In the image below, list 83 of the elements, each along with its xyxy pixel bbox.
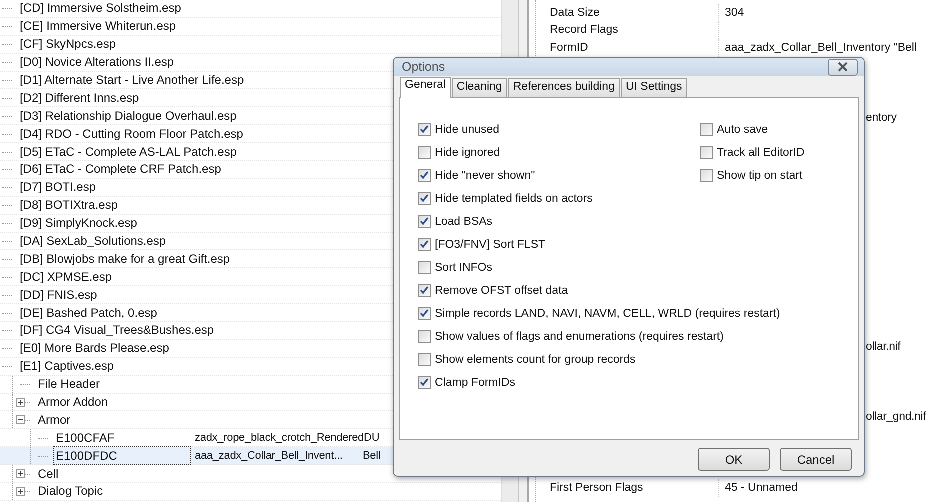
field-value: aaa_zadx_Collar_Bell_Inventory "Bell xyxy=(724,42,918,54)
checkbox-label: Sort INFOs xyxy=(435,262,493,274)
tree-item[interactable]: [D3] Relationship Dialogue Overhaul.esp xyxy=(18,108,239,124)
checkbox-label: Hide templated fields on actors xyxy=(435,192,593,204)
tree-item[interactable]: [D4] RDO - Cutting Room Floor Patch.esp xyxy=(18,126,246,142)
checkbox[interactable] xyxy=(700,123,713,136)
tree-item[interactable]: [DC] XPMSE.esp xyxy=(18,268,114,285)
checkbox-label: Simple records LAND, NAVI, NAVM, CELL, WRLD (requires restart) xyxy=(435,308,780,320)
field-value: 45 - Unnamed xyxy=(724,482,798,494)
tree-item[interactable]: [D7] BOTI.esp xyxy=(18,179,98,196)
table-cell-text: zadx_rope_black_crotch_RenderedDU xyxy=(194,432,380,444)
tree-item[interactable]: [D6] ETaC - Complete CRF Patch.esp xyxy=(18,161,224,178)
tree-item[interactable]: [DE] Bashed Patch, 0.esp xyxy=(18,304,160,321)
table-cell-text: aaa_zadx_Collar_Bell_Invent... xyxy=(194,450,344,462)
checkbox[interactable] xyxy=(700,146,713,159)
collapse-icon[interactable] xyxy=(16,415,25,424)
tab[interactable]: References building xyxy=(508,78,620,97)
checkbox[interactable] xyxy=(418,284,431,297)
checkbox[interactable] xyxy=(418,123,431,136)
tree-item[interactable]: [D0] Novice Alterations II.esp xyxy=(18,54,176,70)
tree-item[interactable]: [CE] Immersive Whiterun.esp xyxy=(18,18,178,34)
tree-item[interactable]: [CF] SkyNpcs.esp xyxy=(18,36,118,52)
tree-item[interactable]: Dialog Topic xyxy=(36,483,106,500)
tree-item[interactable]: [CD] Immersive Solstheim.esp xyxy=(18,0,184,16)
dialog-button[interactable]: OK xyxy=(698,448,770,471)
checkbox-label: Track all EditorID xyxy=(717,146,805,158)
field-value: entory xyxy=(865,112,897,124)
checkbox-label: Show values of flags and enumerations (requires restart) xyxy=(435,330,724,342)
checkbox-label: Load BSAs xyxy=(435,216,493,228)
tree-item[interactable]: [D5] ETaC - Complete AS-LAL Patch.esp xyxy=(18,144,239,160)
tree-item[interactable]: [E0] More Bards Please.esp xyxy=(18,340,172,356)
checkbox[interactable] xyxy=(418,169,431,182)
field-label: Data Size xyxy=(536,4,719,22)
close-icon xyxy=(837,62,849,72)
tree-item[interactable]: [DB] Blowjobs make for a great Gift.esp xyxy=(18,250,232,267)
tree-item[interactable]: [D1] Alternate Start - Live Another Life.esp xyxy=(18,72,246,88)
close-button[interactable] xyxy=(828,58,858,76)
tree-item[interactable]: E100DFDC xyxy=(54,447,190,464)
checkbox-label: Clamp FormIDs xyxy=(435,376,516,388)
tree-item[interactable]: [D2] Different Inns.esp xyxy=(18,90,142,106)
checkbox-label: Remove OFST offset data xyxy=(435,284,568,296)
field-label: First Person Flags xyxy=(536,479,719,497)
dialog-button[interactable]: Cancel xyxy=(780,448,852,471)
checkbox-label: Hide ignored xyxy=(435,146,500,158)
field-value: 304 xyxy=(724,6,744,19)
tree-item[interactable]: File Header xyxy=(36,376,102,392)
checkbox-label: Hide unused xyxy=(435,124,500,136)
checkbox[interactable] xyxy=(418,215,431,228)
table-cell-text: Bell xyxy=(362,450,382,462)
checkbox-label: [FO3/FNV] Sort FLST xyxy=(435,238,546,250)
tree-item[interactable]: Armor xyxy=(36,412,73,428)
checkbox[interactable] xyxy=(418,192,431,205)
expand-icon[interactable] xyxy=(16,398,25,407)
tree-item[interactable]: Cell xyxy=(36,466,61,482)
tree-item[interactable]: [D8] BOTIXtra.esp xyxy=(18,197,120,214)
tree-item[interactable]: [DA] SexLab_Solutions.esp xyxy=(18,233,168,250)
tree-item[interactable]: [E1] Captives.esp xyxy=(18,358,116,374)
tree-item[interactable]: [DF] CG4 Visual_Trees&Bushes.esp xyxy=(18,322,216,338)
field-value: ollar_gnd.nif xyxy=(865,411,926,424)
checkbox-label: Show elements count for group records xyxy=(435,354,636,366)
tree-item[interactable]: Armor Addon xyxy=(36,394,110,410)
checkbox[interactable] xyxy=(418,353,431,366)
checkbox-label: Show tip on start xyxy=(717,170,803,182)
checkbox[interactable] xyxy=(418,261,431,274)
checkbox[interactable] xyxy=(418,330,431,343)
checkbox[interactable] xyxy=(418,238,431,251)
checkbox-label: Auto save xyxy=(717,124,768,136)
field-label: Record Flags xyxy=(536,22,719,40)
tree-item[interactable]: [DD] FNIS.esp xyxy=(18,286,100,303)
checkbox[interactable] xyxy=(418,146,431,159)
checkbox[interactable] xyxy=(418,307,431,320)
checkbox[interactable] xyxy=(700,169,713,182)
checkbox[interactable] xyxy=(418,376,431,389)
field-value: ollar.nif xyxy=(865,341,901,354)
checkbox-label: Hide "never shown" xyxy=(435,170,536,182)
expand-icon[interactable] xyxy=(16,487,25,496)
tab[interactable]: UI Settings xyxy=(620,78,688,97)
tree-item[interactable]: [D9] SimplyKnock.esp xyxy=(18,215,140,232)
window-title: Options xyxy=(402,60,446,74)
tab[interactable]: Cleaning xyxy=(452,78,508,97)
tab[interactable]: General xyxy=(400,77,451,98)
tree-item[interactable]: E100CFAF xyxy=(54,430,117,446)
expand-icon[interactable] xyxy=(16,469,25,478)
